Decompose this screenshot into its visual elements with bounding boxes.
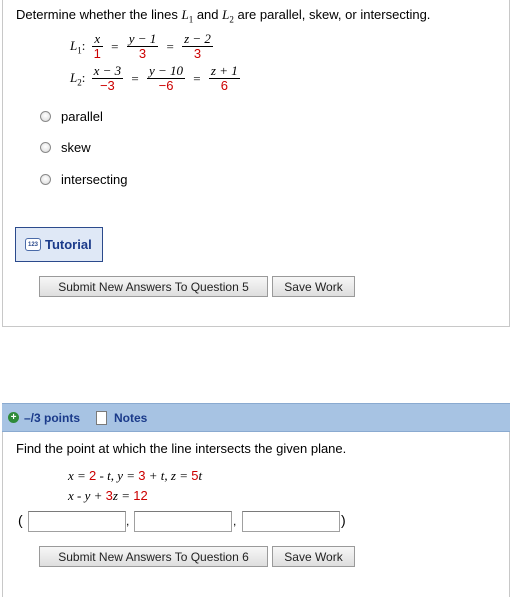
submit-question-6-button[interactable]: Submit New Answers To Question 6 xyxy=(39,546,268,567)
answer-x-input[interactable] xyxy=(28,511,126,532)
notes-link[interactable]: Notes xyxy=(114,411,147,425)
answer-y-input[interactable] xyxy=(134,511,232,532)
comma-2: , xyxy=(233,514,237,528)
close-paren: ) xyxy=(341,512,346,528)
option-skew[interactable]: skew xyxy=(40,140,91,155)
plane-equation: x - y + 3z = 12 xyxy=(68,488,148,503)
points-label: –/3 points xyxy=(24,410,81,425)
save-work-button-q6[interactable]: Save Work xyxy=(272,546,355,567)
save-work-button-q5[interactable]: Save Work xyxy=(272,276,355,297)
intersecting-radio[interactable] xyxy=(40,174,51,185)
comma-1: , xyxy=(126,514,130,528)
option-label: intersecting xyxy=(61,172,128,187)
tutorial-label: Tutorial xyxy=(45,237,92,252)
question-6-header-bar: + –/3 points Notes xyxy=(2,403,510,432)
parallel-radio[interactable] xyxy=(40,111,51,122)
open-paren: ( xyxy=(18,512,23,528)
tutorial-button[interactable]: 123 Tutorial xyxy=(15,227,103,262)
option-label: parallel xyxy=(61,109,103,124)
option-parallel[interactable]: parallel xyxy=(40,109,103,124)
expand-plus-icon[interactable]: + xyxy=(8,412,19,423)
option-label: skew xyxy=(61,140,91,155)
answer-z-input[interactable] xyxy=(242,511,340,532)
question-6-prompt: Find the point at which the line interse… xyxy=(16,441,347,456)
tutorial-icon: 123 xyxy=(25,238,41,251)
submit-question-5-button[interactable]: Submit New Answers To Question 5 xyxy=(39,276,268,297)
line-2-equation: L2: x − 3 −3 = y − 10 −6 = z + 16 xyxy=(70,63,240,93)
notes-icon[interactable] xyxy=(96,410,108,425)
question-5-prompt: Determine whether the lines L1 and L2 ar… xyxy=(16,7,431,25)
option-intersecting[interactable]: intersecting xyxy=(40,172,127,187)
line-equation: x = 2 - t, y = 3 + t, z = 5t xyxy=(68,468,203,483)
skew-radio[interactable] xyxy=(40,142,51,153)
line-1-equation: L1: x1 = y − 13 = z − 23 xyxy=(70,31,213,61)
